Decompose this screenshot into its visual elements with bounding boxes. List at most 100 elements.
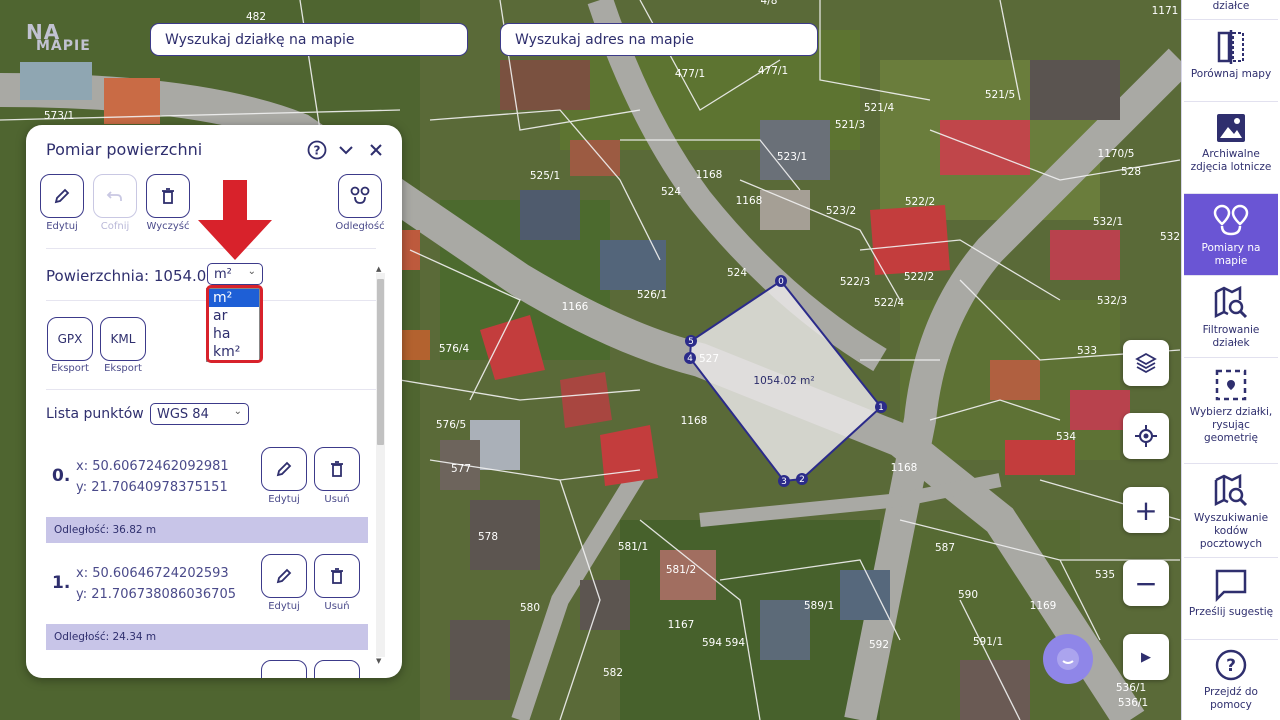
sidebar-item-compare-maps[interactable]: Porównaj mapy xyxy=(1184,20,1278,102)
vertex-label: 4 xyxy=(687,354,693,364)
parcel-number-label: 576/5 xyxy=(436,419,466,431)
close-button[interactable] xyxy=(365,139,387,161)
parcel-number-label: 587 xyxy=(935,542,955,554)
locate-icon xyxy=(1135,425,1157,447)
chevron-down-icon: ⌄ xyxy=(233,406,242,417)
scroll-down-icon[interactable]: ▼ xyxy=(376,657,381,665)
chevron-down-icon: ⌄ xyxy=(247,266,256,277)
point-edit-label: Edytuj xyxy=(268,601,300,612)
divider xyxy=(46,389,376,390)
area-label: Powierzchnia: xyxy=(46,267,150,285)
sidebar-item-label: Pomiary na mapie xyxy=(1201,242,1261,267)
edit-button[interactable] xyxy=(40,174,84,218)
undo-label: Cofnij xyxy=(100,221,130,232)
parcel-number-label: 523/2 xyxy=(826,205,856,217)
vertex-label: 5 xyxy=(688,337,694,347)
unit-select-value: m² xyxy=(214,266,232,282)
sidebar-item-draw-select[interactable]: Wybierz działki, rysując geometrię xyxy=(1184,358,1278,464)
map-search-icon xyxy=(1214,474,1248,507)
distance-button[interactable] xyxy=(338,174,382,218)
sidebar-item-archive-photos[interactable]: Archiwalne zdjęcia lotnicze xyxy=(1184,102,1278,194)
zoom-out-button[interactable]: − xyxy=(1123,560,1169,606)
map-search-icon xyxy=(1214,286,1248,319)
point-y: y: 21.70640978375151 xyxy=(76,480,228,495)
measure-pins-icon xyxy=(350,186,370,204)
point-delete-button[interactable] xyxy=(314,554,360,598)
parcel-number-label: 578 xyxy=(478,531,498,543)
unit-select[interactable]: m² ⌄ xyxy=(207,263,263,285)
clear-button[interactable] xyxy=(146,174,190,218)
trash-icon xyxy=(331,568,343,584)
parcel-number-label: 521/5 xyxy=(985,89,1015,101)
vertex-label: 1 xyxy=(878,403,884,413)
segment-distance: Odległość: 24.34 m xyxy=(46,624,368,650)
parcel-number-label: 591/1 xyxy=(973,636,1003,648)
kml-export-label: Eksport xyxy=(104,363,142,374)
sidebar-item-label: Przejdź do pomocy xyxy=(1204,686,1258,711)
clear-label: Wyczyść xyxy=(146,221,190,232)
edit-label: Edytuj xyxy=(46,221,78,232)
sidebar-item-parcel-info[interactable]: działce xyxy=(1184,0,1278,20)
points-list-label: Lista punktów xyxy=(46,406,144,422)
expand-button[interactable]: ▶ xyxy=(1123,634,1169,680)
point-edit-button[interactable] xyxy=(261,660,307,678)
undo-icon xyxy=(106,191,122,201)
parcel-number-label: 1169 xyxy=(1030,600,1057,612)
sidebar-item-postal-codes[interactable]: Wyszukiwanie kodów pocztowych xyxy=(1184,464,1278,558)
app-logo[interactable]: NA MAPIE xyxy=(26,20,91,54)
layers-button[interactable] xyxy=(1123,340,1169,386)
parcel-number-label: 527 xyxy=(699,353,719,365)
gpx-export-label: Eksport xyxy=(51,363,89,374)
area-readout: Powierzchnia: 1054.02 xyxy=(46,267,216,285)
chevron-down-icon xyxy=(339,146,353,155)
kml-export-button[interactable]: KML xyxy=(100,317,146,361)
highlight-frame xyxy=(206,285,263,363)
pencil-icon xyxy=(276,568,292,584)
crs-select[interactable]: WGS 84 ⌄ xyxy=(150,403,249,425)
point-delete-button[interactable] xyxy=(314,447,360,491)
collapse-button[interactable] xyxy=(335,139,357,161)
chat-button[interactable] xyxy=(1043,634,1093,684)
undo-button[interactable] xyxy=(93,174,137,218)
sidebar-item-suggestion[interactable]: Prześlij sugestię xyxy=(1184,558,1278,640)
panel-scrollbar[interactable]: ▲ ▼ xyxy=(376,265,385,665)
sidebar-item-label: Archiwalne zdjęcia lotnicze xyxy=(1190,148,1272,173)
chat-icon xyxy=(1215,569,1247,602)
help-icon: ? xyxy=(1215,649,1247,681)
point-edit-button[interactable] xyxy=(261,447,307,491)
parcel-number-label: 4/8 xyxy=(761,0,778,7)
scroll-up-icon[interactable]: ▲ xyxy=(376,265,381,273)
parcel-number-label: 526/1 xyxy=(637,289,667,301)
point-x: x: 50.60646724202593 xyxy=(76,566,229,581)
distance-label: Odległość xyxy=(335,221,385,232)
pencil-icon xyxy=(276,461,292,477)
sidebar-item-measurements[interactable]: Pomiary na mapie xyxy=(1184,194,1278,276)
parcel-number-label: 477/1 xyxy=(675,68,705,80)
address-search-input[interactable]: Wyszukaj adres na mapie xyxy=(500,23,818,56)
sidebar-item-filter-parcels[interactable]: Filtrowanie działek xyxy=(1184,276,1278,358)
sidebar-item-label: Wybierz działki, rysując geometrię xyxy=(1189,406,1273,444)
close-icon xyxy=(370,144,382,156)
expand-icon: ▶ xyxy=(1141,649,1151,665)
parcel-search-input[interactable]: Wyszukaj działkę na mapie xyxy=(150,23,468,56)
zoom-in-icon: + xyxy=(1134,493,1158,527)
point-delete-label: Usuń xyxy=(324,601,350,612)
parcel-number-label: 581/2 xyxy=(666,564,696,576)
parcel-number-label: 532/1 xyxy=(1093,216,1123,228)
gpx-export-button[interactable]: GPX xyxy=(47,317,93,361)
parcel-number-label: 1171 xyxy=(1152,5,1179,17)
panel-title: Pomiar powierzchni xyxy=(46,140,203,159)
parcel-number-label: 523/1 xyxy=(777,151,807,163)
logo-subtext: MAPIE xyxy=(36,38,91,54)
point-delete-button[interactable] xyxy=(314,660,360,678)
scrollbar-thumb[interactable] xyxy=(377,279,384,445)
locate-button[interactable] xyxy=(1123,413,1169,459)
point-edit-button[interactable] xyxy=(261,554,307,598)
parcel-number-label: 521/3 xyxy=(835,119,865,131)
point-edit-label: Edytuj xyxy=(268,494,300,505)
parcel-number-label: 594 xyxy=(725,637,745,649)
sidebar-item-help[interactable]: ? Przejdź do pomocy xyxy=(1184,640,1278,720)
help-button[interactable]: ? xyxy=(306,139,328,161)
zoom-in-button[interactable]: + xyxy=(1123,487,1169,533)
parcel-number-label: 536/1 xyxy=(1118,697,1148,709)
